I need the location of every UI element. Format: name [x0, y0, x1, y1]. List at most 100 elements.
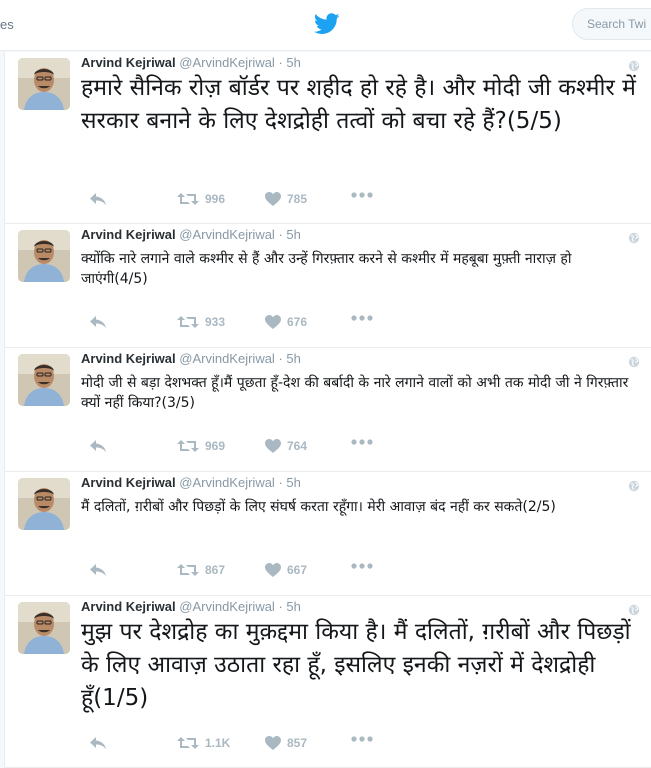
tweet[interactable]: Arvind Kejriwal @ArvindKejriwal · 5h क्य…: [5, 224, 651, 348]
like-count: 785: [287, 192, 308, 206]
retweet-count: 1.1K: [205, 736, 231, 750]
search-input[interactable]: Search Twi: [572, 8, 651, 40]
heart-icon: [265, 736, 281, 750]
separator-dot: ·: [278, 227, 283, 242]
more-button[interactable]: [351, 736, 373, 742]
retweet-icon: [177, 193, 199, 205]
avatar[interactable]: [18, 230, 70, 282]
tweet-text: हमारे सैनिक रोज़ बॉर्डर पर शहीद हो रहे ह…: [81, 75, 636, 134]
timestamp[interactable]: 5h: [286, 599, 300, 614]
more-button[interactable]: [351, 439, 373, 445]
retweet-icon: [177, 440, 199, 452]
retweet-count: 867: [205, 563, 226, 577]
tweet-text: मैं दलितों, ग़रीबों और पिछड़ों के लिए सं…: [81, 499, 556, 515]
timestamp[interactable]: 5h: [286, 351, 300, 366]
reply-button[interactable]: [89, 439, 107, 453]
heart-icon: [265, 192, 281, 206]
heart-icon: [265, 315, 281, 329]
globe-icon: [628, 60, 640, 72]
avatar[interactable]: [18, 354, 70, 406]
more-dots-icon: [351, 192, 373, 198]
like-count: 667: [287, 563, 308, 577]
tweet-header: Arvind Kejriwal @ArvindKejriwal · 5h: [81, 227, 301, 245]
like-button[interactable]: 667: [265, 563, 307, 577]
like-button[interactable]: 857: [265, 736, 307, 750]
user-handle[interactable]: @ArvindKejriwal: [179, 475, 275, 490]
more-dots-icon: [351, 563, 373, 569]
user-handle[interactable]: @ArvindKejriwal: [179, 599, 275, 614]
timestamp[interactable]: 5h: [286, 475, 300, 490]
tweet-header: Arvind Kejriwal @ArvindKejriwal · 5h: [81, 475, 301, 493]
tweet-actions: 1.1K 857: [81, 736, 401, 756]
user-name[interactable]: Arvind Kejriwal: [81, 351, 176, 366]
retweet-button[interactable]: 933: [177, 315, 225, 329]
timestamp[interactable]: 5h: [286, 227, 300, 242]
like-count: 857: [287, 736, 308, 750]
retweet-button[interactable]: 969: [177, 439, 225, 453]
reply-icon: [90, 737, 106, 749]
twitter-bird-icon[interactable]: [314, 13, 340, 35]
nav-fragment[interactable]: es: [0, 17, 14, 32]
globe-icon: [628, 356, 640, 368]
tweet-actions: 867 667: [81, 563, 401, 583]
tweet-actions: 933 676: [81, 315, 401, 335]
avatar[interactable]: [18, 58, 70, 110]
reply-button[interactable]: [89, 192, 107, 206]
reply-button[interactable]: [89, 563, 107, 577]
tweet-header: Arvind Kejriwal @ArvindKejriwal · 5h: [81, 55, 301, 73]
tweet-text: मुझ पर देशद्रोह का मुक़द्दमा किया है। मै…: [81, 619, 631, 711]
user-handle[interactable]: @ArvindKejriwal: [179, 351, 275, 366]
reply-icon: [90, 564, 106, 576]
reply-icon: [90, 316, 106, 328]
retweet-icon: [177, 737, 199, 749]
tweet-stream: Arvind Kejriwal @ArvindKejriwal · 5h हमा…: [4, 52, 651, 768]
tweet[interactable]: Arvind Kejriwal @ArvindKejriwal · 5h मोद…: [5, 348, 651, 472]
heart-icon: [265, 439, 281, 453]
like-count: 764: [287, 439, 308, 453]
user-name[interactable]: Arvind Kejriwal: [81, 227, 176, 242]
tweet-header: Arvind Kejriwal @ArvindKejriwal · 5h: [81, 599, 301, 617]
more-button[interactable]: [351, 315, 373, 321]
globe-icon: [628, 232, 640, 244]
timestamp[interactable]: 5h: [286, 55, 300, 70]
tweet-header: Arvind Kejriwal @ArvindKejriwal · 5h: [81, 351, 301, 369]
reply-button[interactable]: [89, 315, 107, 329]
like-button[interactable]: 676: [265, 315, 307, 329]
globe-icon: [628, 604, 640, 616]
reply-icon: [90, 193, 106, 205]
separator-dot: ·: [278, 599, 283, 614]
more-button[interactable]: [351, 563, 373, 569]
user-handle[interactable]: @ArvindKejriwal: [179, 55, 275, 70]
user-name[interactable]: Arvind Kejriwal: [81, 55, 176, 70]
user-name[interactable]: Arvind Kejriwal: [81, 599, 176, 614]
avatar[interactable]: [18, 602, 70, 654]
tweet[interactable]: Arvind Kejriwal @ArvindKejriwal · 5h हमा…: [5, 52, 651, 224]
retweet-button[interactable]: 1.1K: [177, 736, 230, 750]
tweet-actions: 996 785: [81, 192, 401, 212]
more-dots-icon: [351, 315, 373, 321]
more-dots-icon: [351, 439, 373, 445]
retweet-count: 969: [205, 439, 226, 453]
globe-icon: [628, 480, 640, 492]
reply-icon: [90, 440, 106, 452]
retweet-icon: [177, 316, 199, 328]
tweet-text: मोदी जी से बड़ा देशभक्त हूँ।मैं पूछता हू…: [81, 375, 629, 411]
avatar[interactable]: [18, 478, 70, 530]
reply-button[interactable]: [89, 736, 107, 750]
user-handle[interactable]: @ArvindKejriwal: [179, 227, 275, 242]
more-dots-icon: [351, 736, 373, 742]
separator-dot: ·: [278, 55, 283, 70]
retweet-button[interactable]: 867: [177, 563, 225, 577]
like-button[interactable]: 785: [265, 192, 307, 206]
retweet-button[interactable]: 996: [177, 192, 225, 206]
like-button[interactable]: 764: [265, 439, 307, 453]
top-bar: es Search Twi: [0, 0, 651, 51]
tweet[interactable]: Arvind Kejriwal @ArvindKejriwal · 5h मैं…: [5, 472, 651, 596]
retweet-count: 996: [205, 192, 226, 206]
like-count: 676: [287, 315, 308, 329]
user-name[interactable]: Arvind Kejriwal: [81, 475, 176, 490]
retweet-count: 933: [205, 315, 226, 329]
heart-icon: [265, 563, 281, 577]
tweet[interactable]: Arvind Kejriwal @ArvindKejriwal · 5h मुझ…: [5, 596, 651, 768]
more-button[interactable]: [351, 192, 373, 198]
